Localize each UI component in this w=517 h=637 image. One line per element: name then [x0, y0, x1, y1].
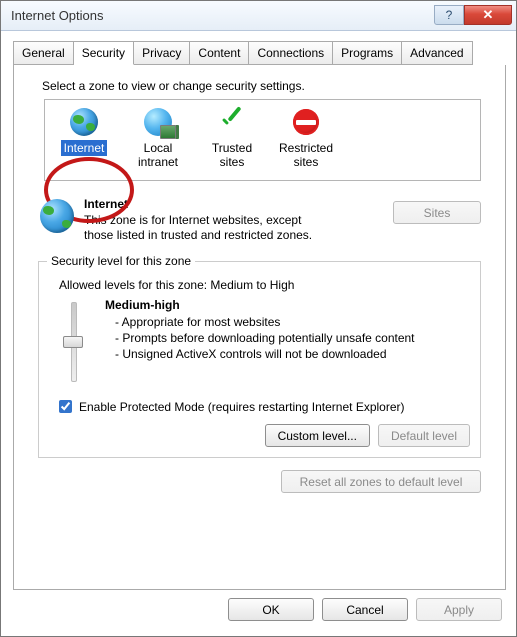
check-icon	[218, 108, 246, 136]
tab-content[interactable]: Content	[190, 41, 249, 65]
level-name: Medium-high	[105, 298, 415, 312]
zone-label: Trusted sites	[197, 140, 267, 170]
tab-advanced[interactable]: Advanced	[402, 41, 472, 65]
zone-detail-blurb: This zone is for Internet websites, exce…	[84, 213, 314, 243]
zone-label: Restricted sites	[271, 140, 341, 170]
protected-mode-label: Enable Protected Mode (requires restarti…	[79, 400, 405, 414]
zone-detail-name: Internet	[84, 197, 361, 211]
security-panel: Select a zone to view or change security…	[13, 65, 506, 590]
tab-security[interactable]: Security	[74, 41, 134, 65]
window-title: Internet Options	[11, 8, 434, 23]
security-slider[interactable]	[63, 298, 83, 383]
noentry-icon	[293, 109, 319, 135]
zone-local-intranet[interactable]: Local intranet	[123, 106, 193, 170]
zone-trusted-sites[interactable]: Trusted sites	[197, 106, 267, 170]
cancel-button[interactable]: Cancel	[322, 598, 408, 621]
globe-net-icon	[144, 108, 172, 136]
zone-list: Internet Local intranet Trusted sites Re…	[44, 99, 481, 181]
close-icon: ✕	[483, 7, 494, 23]
slider-thumb[interactable]	[63, 336, 83, 348]
tab-general[interactable]: General	[14, 41, 74, 65]
ok-button[interactable]: OK	[228, 598, 314, 621]
titlebar: Internet Options ? ✕	[1, 1, 516, 31]
zone-heading: Select a zone to view or change security…	[42, 79, 495, 93]
tab-connections[interactable]: Connections	[249, 41, 333, 65]
allowed-levels: Allowed levels for this zone: Medium to …	[59, 278, 470, 292]
help-button[interactable]: ?	[434, 5, 464, 25]
zone-label: Internet	[61, 140, 108, 156]
level-bullet: - Prompts before downloading potentially…	[115, 330, 415, 346]
globe-icon	[40, 199, 74, 233]
dialog-buttons: OK Cancel Apply	[1, 598, 516, 633]
tab-programs[interactable]: Programs	[333, 41, 402, 65]
custom-level-button[interactable]: Custom level...	[265, 424, 370, 447]
zone-label: Local intranet	[123, 140, 193, 170]
zone-restricted-sites[interactable]: Restricted sites	[271, 106, 341, 170]
apply-button[interactable]: Apply	[416, 598, 502, 621]
sites-button[interactable]: Sites	[393, 201, 481, 224]
close-button[interactable]: ✕	[464, 5, 512, 25]
reset-zones-button[interactable]: Reset all zones to default level	[281, 470, 481, 493]
default-level-button[interactable]: Default level	[378, 424, 470, 447]
zone-detail-icon	[40, 197, 84, 243]
tab-privacy[interactable]: Privacy	[134, 41, 190, 65]
protected-mode-checkbox[interactable]	[59, 400, 72, 413]
tabstrip: General Security Privacy Content Connect…	[13, 41, 506, 65]
zone-internet[interactable]: Internet	[49, 106, 119, 156]
level-bullet: - Appropriate for most websites	[115, 314, 415, 330]
globe-icon	[70, 108, 98, 136]
level-bullet: - Unsigned ActiveX controls will not be …	[115, 346, 415, 362]
security-group-label: Security level for this zone	[47, 254, 195, 268]
